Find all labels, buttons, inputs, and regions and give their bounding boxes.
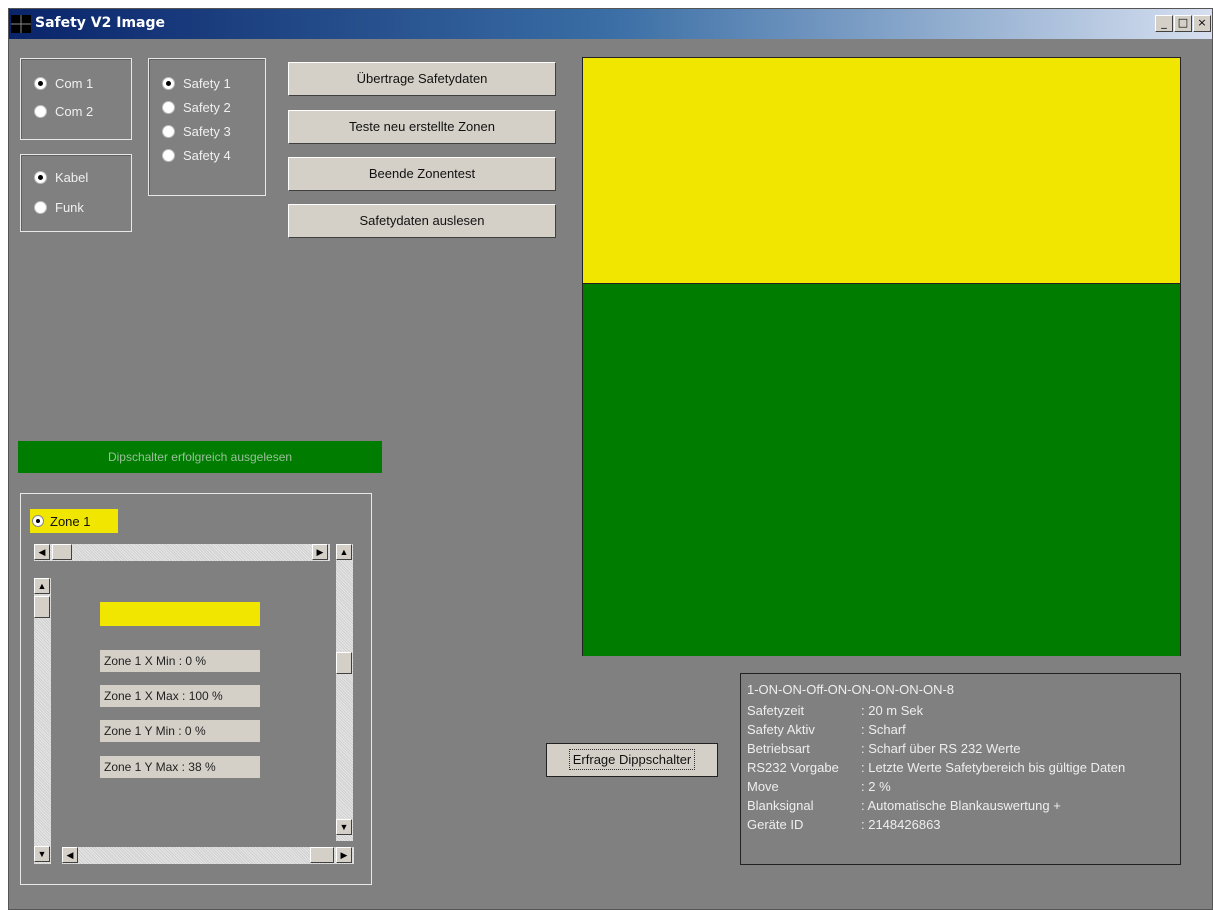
port-group <box>20 58 132 140</box>
radio-safety4[interactable]: Safety 4 <box>162 148 231 163</box>
radio-label: Safety 3 <box>183 124 231 139</box>
scroll-down-icon[interactable]: ▼ <box>336 819 352 835</box>
info-row: RS232 Vorgabe : Letzte Werte Safetybereic… <box>747 758 1174 777</box>
radio-label: Safety 4 <box>183 148 231 163</box>
radio-zone1[interactable]: Zone 1 <box>30 509 118 533</box>
info-key: Move <box>747 779 779 794</box>
info-row: Betriebsart : Scharf über RS 232 Werte <box>747 739 1174 758</box>
scroll-down-icon[interactable]: ▼ <box>34 846 50 862</box>
status-banner: Dipschalter erfolgreich ausgelesen <box>18 441 382 473</box>
info-key: RS232 Vorgabe <box>747 760 839 775</box>
radio-indicator <box>162 149 175 162</box>
zone-x-min-scrollbar[interactable]: ◀ ▶ <box>34 544 330 561</box>
radio-funk[interactable]: Funk <box>34 200 84 215</box>
zone-label: Zone 1 <box>50 513 91 529</box>
info-row: Safety Aktiv : Scharf <box>747 720 1174 739</box>
info-key: Safetyzeit <box>747 703 805 718</box>
window-title: Safety V2 Image <box>35 15 166 31</box>
query-dip-switch-button[interactable]: Erfrage Dippschalter <box>546 743 718 777</box>
scroll-left-icon[interactable]: ◀ <box>34 544 50 560</box>
radio-label: Kabel <box>55 170 89 185</box>
scroll-thumb[interactable] <box>52 544 72 560</box>
scroll-thumb[interactable] <box>336 652 352 674</box>
scroll-up-icon[interactable]: ▲ <box>34 578 50 594</box>
query-dip-switch-label: Erfrage Dippschalter <box>568 749 696 770</box>
dip-switch-info-panel: 1-ON-ON-Off-ON-ON-ON-ON-ON-8 Safetyzeit:… <box>740 673 1181 865</box>
zone-y-min-scrollbar[interactable]: ▲ ▼ <box>34 578 51 864</box>
radio-safety3[interactable]: Safety 3 <box>162 124 231 139</box>
info-row: Geräte ID : 2148426863 <box>747 815 1174 834</box>
scroll-right-icon[interactable]: ▶ <box>312 544 328 560</box>
scroll-thumb[interactable] <box>310 847 334 863</box>
info-row: Blanksignal : Automatische Blankauswertun… <box>747 796 1174 815</box>
radio-indicator <box>34 105 47 118</box>
radio-label: Funk <box>55 200 84 215</box>
radio-label: Com 1 <box>55 76 94 91</box>
end-zone-test-button[interactable]: Beende Zonentest <box>288 157 556 191</box>
radio-safety1[interactable]: Safety 1 <box>162 76 231 91</box>
radio-label: Safety 1 <box>183 76 231 91</box>
info-value: : 2148426863 <box>861 817 941 832</box>
scroll-up-icon[interactable]: ▲ <box>336 544 352 560</box>
info-value: : Automatische Blankauswertung + <box>861 798 1061 813</box>
radio-indicator <box>34 171 47 184</box>
zone-y-max-label: Zone 1 Y Max : 38 % <box>100 756 260 778</box>
radio-indicator <box>162 125 175 138</box>
minimize-button[interactable]: _ <box>1155 15 1173 32</box>
radio-com1[interactable]: Com 1 <box>34 76 93 91</box>
free-area <box>583 284 1180 656</box>
transfer-safety-data-button[interactable]: Übertrage Safetydaten <box>288 62 556 96</box>
title-bar[interactable]: Safety V2 Image _ □ × <box>9 9 1212 39</box>
radio-com2[interactable]: Com 2 <box>34 104 93 119</box>
info-key: Blanksignal <box>747 798 814 813</box>
info-key: Betriebsart <box>747 741 810 756</box>
zone-y-min-label: Zone 1 Y Min : 0 % <box>100 720 260 742</box>
info-value: : Letzte Werte Safetybereich bis gültige… <box>861 760 1126 775</box>
maximize-button[interactable]: □ <box>1174 15 1192 32</box>
dip-switch-header: 1-ON-ON-Off-ON-ON-ON-ON-ON-8 <box>747 682 955 697</box>
info-key: Geräte ID <box>747 817 804 832</box>
zone-canvas[interactable] <box>582 57 1181 656</box>
radio-kabel[interactable]: Kabel <box>34 170 88 185</box>
info-value: : 20 m Sek <box>861 703 924 718</box>
radio-indicator <box>34 201 47 214</box>
radio-indicator <box>34 77 47 90</box>
info-value: : Scharf <box>861 722 906 737</box>
scroll-right-icon[interactable]: ▶ <box>336 847 352 863</box>
zone-1-area <box>583 58 1180 284</box>
test-zones-button[interactable]: Teste neu erstellte Zonen <box>288 110 556 144</box>
radio-label: Com 2 <box>55 104 94 119</box>
radio-indicator <box>162 101 175 114</box>
zone-y-max-scrollbar[interactable]: ▲ ▼ <box>336 544 353 841</box>
zone-color-swatch <box>100 602 260 626</box>
info-value: : 2 % <box>861 779 891 794</box>
zone-x-max-label: Zone 1 X Max : 100 % <box>100 685 260 707</box>
scroll-thumb[interactable] <box>34 596 50 618</box>
app-icon <box>11 15 31 33</box>
info-row: Move : 2 % <box>747 777 1174 796</box>
radio-safety2[interactable]: Safety 2 <box>162 100 231 115</box>
info-value: : Scharf über RS 232 Werte <box>861 741 1021 756</box>
info-row: Safetyzeit : 20 m Sek <box>747 701 1174 720</box>
scroll-left-icon[interactable]: ◀ <box>62 847 78 863</box>
zone-x-max-scrollbar[interactable]: ◀ ▶ <box>62 847 354 864</box>
radio-indicator <box>32 515 44 527</box>
link-group <box>20 154 132 232</box>
radio-indicator <box>162 77 175 90</box>
zone-x-min-label: Zone 1 X Min : 0 % <box>100 650 260 672</box>
radio-label: Safety 2 <box>183 100 231 115</box>
info-key: Safety Aktiv <box>747 722 815 737</box>
read-safety-data-button[interactable]: Safetydaten auslesen <box>288 204 556 238</box>
close-button[interactable]: × <box>1193 15 1211 32</box>
